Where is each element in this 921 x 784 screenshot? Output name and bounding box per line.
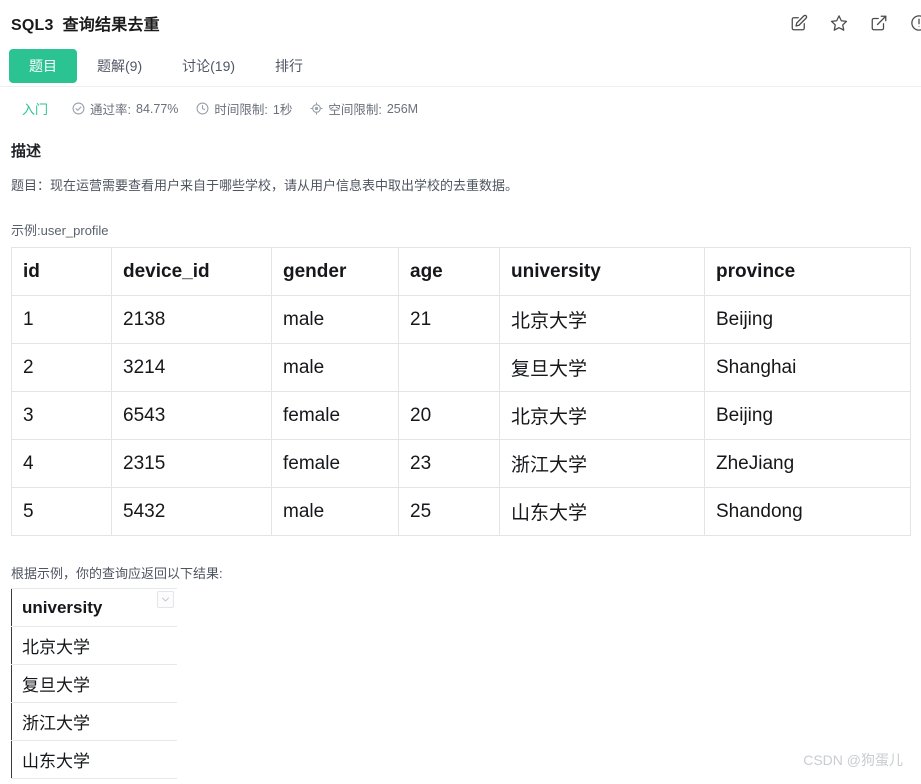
edit-icon[interactable] [790,14,808,32]
table-row: 1 2138 male 21 北京大学 Beijing [11,295,911,345]
col-header-province: province [704,247,911,297]
result-cell-university: 浙江大学 [11,702,177,742]
cell-gender: female [271,439,399,489]
cell-province: Shanghai [704,343,911,393]
result-col-header-university: university [11,588,177,628]
expected-result-table: university 北京大学 复旦大学 浙江大学 山东大学 [11,588,177,780]
cell-age: 20 [398,391,500,441]
star-icon[interactable] [830,14,848,32]
tab-ranking[interactable]: 排行 [255,49,323,83]
col-header-gender: gender [271,247,399,297]
info-icon[interactable] [910,14,921,32]
col-header-age: age [398,247,500,297]
table-header-row: id device_id gender age university provi… [11,247,911,297]
share-icon[interactable] [870,14,888,32]
description-heading: 描述 [11,143,42,160]
pass-rate-label: 通过率: [90,103,131,117]
difficulty-badge: 入门 [22,102,49,117]
cell-gender: male [271,295,399,345]
cell-device-id: 5432 [111,487,272,537]
cell-id: 1 [11,295,112,345]
cell-province: Beijing [704,391,911,441]
cell-age: 21 [398,295,500,345]
col-header-university: university [499,247,705,297]
cell-province: Beijing [704,295,911,345]
description-text: 题目：现在运营需要查看用户来自于哪些学校，请从用户信息表中取出学校的去重数据。 [11,178,519,193]
page-header: SQL3 查询结果去重 [0,0,921,46]
space-limit-value: 256M [386,101,419,116]
result-cell-university: 复旦大学 [11,664,177,704]
cell-id: 5 [11,487,112,537]
cell-device-id: 6543 [111,391,272,441]
cell-id: 3 [11,391,112,441]
meta-bar: 入门 通过率: 84.77% 时间限制: 1秒 空间限制: 256M [0,87,921,130]
result-row: 山东大学 [11,740,177,780]
cell-device-id: 3214 [111,343,272,393]
watermark: CSDN @狗蛋儿 [803,752,903,768]
cell-device-id: 2315 [111,439,272,489]
cell-age [398,343,500,393]
result-row: 复旦大学 [11,664,177,704]
table-row: 2 3214 male 复旦大学 Shanghai [11,343,911,393]
table-row: 3 6543 female 20 北京大学 Beijing [11,391,911,441]
example-label: 示例:user_profile [11,223,109,239]
result-row: 北京大学 [11,626,177,666]
cell-university: 浙江大学 [499,439,705,489]
page-title: SQL3 查询结果去重 [11,11,160,35]
problem-title: 查询结果去重 [62,17,160,34]
cell-id: 2 [11,343,112,393]
cell-province: ZheJiang [704,439,911,489]
expected-result-label: 根据示例，你的查询应返回以下结果: [11,566,223,582]
table-row: 5 5432 male 25 山东大学 Shandong [11,487,911,537]
tab-problem[interactable]: 题目 [9,49,77,83]
col-header-id: id [11,247,112,297]
tab-bar: 题目 题解(9) 讨论(19) 排行 [0,46,921,87]
expected-result-wrapper: university 北京大学 复旦大学 浙江大学 山东大学 [11,588,177,780]
cell-gender: female [271,391,399,441]
clock-icon [196,102,209,115]
problem-number: SQL3 [11,17,54,34]
sample-data-table: id device_id gender age university provi… [11,247,911,537]
tab-solutions[interactable]: 题解(9) [77,49,162,83]
cell-device-id: 2138 [111,295,272,345]
cell-age: 25 [398,487,500,537]
header-actions [790,0,921,46]
result-cell-university: 北京大学 [11,626,177,666]
space-limit: 空间限制: 256M [310,99,418,118]
cell-university: 复旦大学 [499,343,705,393]
pass-rate-value: 84.77% [136,101,179,116]
pass-rate: 通过率: 84.77% [72,99,178,118]
problem-content: 描述 题目：现在运营需要查看用户来自于哪些学校，请从用户信息表中取出学校的去重数… [0,140,921,780]
cell-university: 北京大学 [499,391,705,441]
time-limit-label: 时间限制: [214,103,268,117]
result-cell-university: 山东大学 [11,740,177,780]
result-header-row: university [11,588,177,628]
space-limit-label: 空间限制: [328,103,382,117]
cell-province: Shandong [704,487,911,537]
time-limit-value: 1秒 [272,103,293,117]
memory-chip-icon [310,102,324,115]
time-limit: 时间限制: 1秒 [196,99,292,118]
tab-discussion[interactable]: 讨论(19) [162,49,255,83]
cell-age: 23 [398,439,500,489]
result-row: 浙江大学 [11,702,177,742]
cell-gender: male [271,487,399,537]
check-circle-icon [72,102,85,115]
cell-university: 山东大学 [499,487,705,537]
cell-university: 北京大学 [499,295,705,345]
col-header-device-id: device_id [111,247,272,297]
cell-id: 4 [11,439,112,489]
cell-gender: male [271,343,399,393]
table-row: 4 2315 female 23 浙江大学 ZheJiang [11,439,911,489]
broken-image-icon [157,591,174,609]
